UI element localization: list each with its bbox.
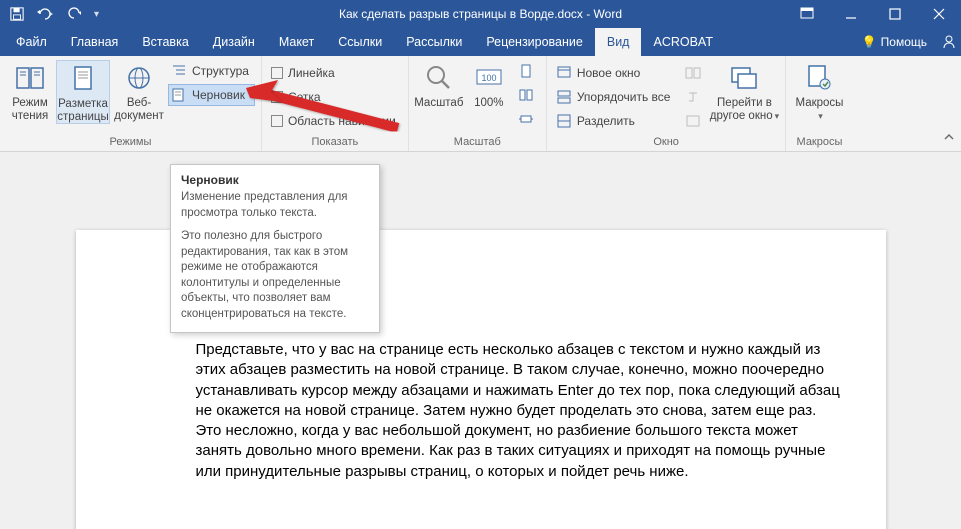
multi-page-icon xyxy=(518,87,534,103)
new-window-button[interactable]: Новое окно xyxy=(553,62,677,84)
split-icon xyxy=(556,113,572,129)
group-zoom: Масштаб 100 100% Масштаб xyxy=(409,56,547,151)
close-button[interactable] xyxy=(917,0,961,28)
tab-design[interactable]: Дизайн xyxy=(201,28,267,56)
outline-icon xyxy=(171,63,187,79)
outline-button[interactable]: Структура xyxy=(168,60,255,82)
zoom-100-button[interactable]: 100 100% xyxy=(465,60,513,110)
magnifier-icon xyxy=(423,62,455,94)
tab-references[interactable]: Ссылки xyxy=(326,28,394,56)
draft-icon xyxy=(171,87,187,103)
group-show-label: Показать xyxy=(268,136,402,149)
page-icon xyxy=(67,63,99,95)
switch-window-button[interactable]: Перейти в другое окно▾ xyxy=(709,60,779,122)
arrange-icon xyxy=(556,89,572,105)
one-page-button[interactable] xyxy=(515,60,540,82)
web-layout-button[interactable]: Веб- документ xyxy=(112,60,166,122)
ribbon-view: Режим чтения Разметка страницы Веб- доку… xyxy=(0,56,961,152)
group-macros: Макросы▾ Макросы xyxy=(786,56,852,151)
group-modes: Режим чтения Разметка страницы Веб- доку… xyxy=(0,56,262,151)
tab-mailings[interactable]: Рассылки xyxy=(394,28,474,56)
ribbon-collapse-icon[interactable] xyxy=(943,132,955,147)
draft-button[interactable]: Черновик xyxy=(168,84,255,106)
tab-file[interactable]: Файл xyxy=(4,28,59,56)
ribbon-options-icon[interactable] xyxy=(785,0,829,28)
tab-home[interactable]: Главная xyxy=(59,28,131,56)
globe-icon xyxy=(123,62,155,94)
reading-mode-button[interactable]: Режим чтения xyxy=(6,60,54,122)
window-controls xyxy=(785,0,961,28)
share-icon[interactable] xyxy=(941,34,957,50)
group-macros-label: Макросы xyxy=(792,136,846,149)
checkbox-icon xyxy=(271,67,283,79)
maximize-button[interactable] xyxy=(873,0,917,28)
reset-pos-icon xyxy=(685,113,701,129)
group-show: Линейка Сетка Область навигации Показать xyxy=(262,56,409,151)
titlebar: ▾ Как сделать разрыв страницы в Ворде.do… xyxy=(0,0,961,28)
minimize-button[interactable] xyxy=(829,0,873,28)
tooltip-title: Черновик xyxy=(181,173,369,187)
group-window: Новое окно Упорядочить все Разделить Пер… xyxy=(547,56,787,151)
group-modes-label: Режимы xyxy=(6,136,255,149)
tooltip-text: Изменение представления для просмотра то… xyxy=(181,190,369,221)
sync-scroll-icon xyxy=(685,89,701,105)
tooltip-text: Это полезно для быстрого редактирования,… xyxy=(181,229,369,322)
quick-access-toolbar: ▾ xyxy=(0,7,99,21)
navpane-checkbox[interactable]: Область навигации xyxy=(268,110,402,132)
paragraph: Представьте, что у вас на странице есть … xyxy=(196,340,846,482)
ruler-checkbox[interactable]: Линейка xyxy=(268,62,402,84)
print-layout-button[interactable]: Разметка страницы xyxy=(56,60,110,124)
qat-dropdown-icon[interactable]: ▾ xyxy=(94,9,99,20)
hundred-icon: 100 xyxy=(473,62,505,94)
side-by-side-icon xyxy=(685,65,701,81)
view-side-button[interactable] xyxy=(682,62,707,84)
tab-layout[interactable]: Макет xyxy=(267,28,326,56)
grid-checkbox[interactable]: Сетка xyxy=(268,86,402,108)
book-icon xyxy=(14,62,46,94)
undo-icon[interactable] xyxy=(36,7,56,21)
macros-button[interactable]: Макросы▾ xyxy=(792,60,846,122)
tab-acrobat[interactable]: ACROBAT xyxy=(641,28,725,56)
svg-text:100: 100 xyxy=(481,73,496,83)
arrange-all-button[interactable]: Упорядочить все xyxy=(553,86,677,108)
tab-view[interactable]: Вид xyxy=(595,28,642,56)
switch-window-icon xyxy=(728,62,760,94)
group-zoom-label: Масштаб xyxy=(415,136,540,149)
save-icon[interactable] xyxy=(10,7,24,21)
zoom-button[interactable]: Масштаб xyxy=(415,60,463,110)
tooltip-draft: Черновик Изменение представления для про… xyxy=(170,164,380,333)
split-button[interactable]: Разделить xyxy=(553,110,677,132)
macros-icon xyxy=(803,62,835,94)
tab-insert[interactable]: Вставка xyxy=(130,28,200,56)
reset-pos-button[interactable] xyxy=(682,110,707,132)
new-window-icon xyxy=(556,65,572,81)
group-window-label: Окно xyxy=(553,136,780,149)
sync-scroll-button[interactable] xyxy=(682,86,707,108)
multi-page-button[interactable] xyxy=(515,84,540,106)
help-icon[interactable]: 💡 Помощь xyxy=(862,35,927,49)
page-width-icon xyxy=(518,111,534,127)
redo-icon[interactable] xyxy=(68,7,82,21)
page-width-button[interactable] xyxy=(515,108,540,130)
one-page-icon xyxy=(518,63,534,79)
checkbox-icon xyxy=(271,91,283,103)
document-area: Представьте, что у вас на странице есть … xyxy=(0,152,961,529)
checkbox-icon xyxy=(271,115,283,127)
ribbon-tabs: Файл Главная Вставка Дизайн Макет Ссылки… xyxy=(0,28,961,56)
tab-review[interactable]: Рецензирование xyxy=(474,28,595,56)
